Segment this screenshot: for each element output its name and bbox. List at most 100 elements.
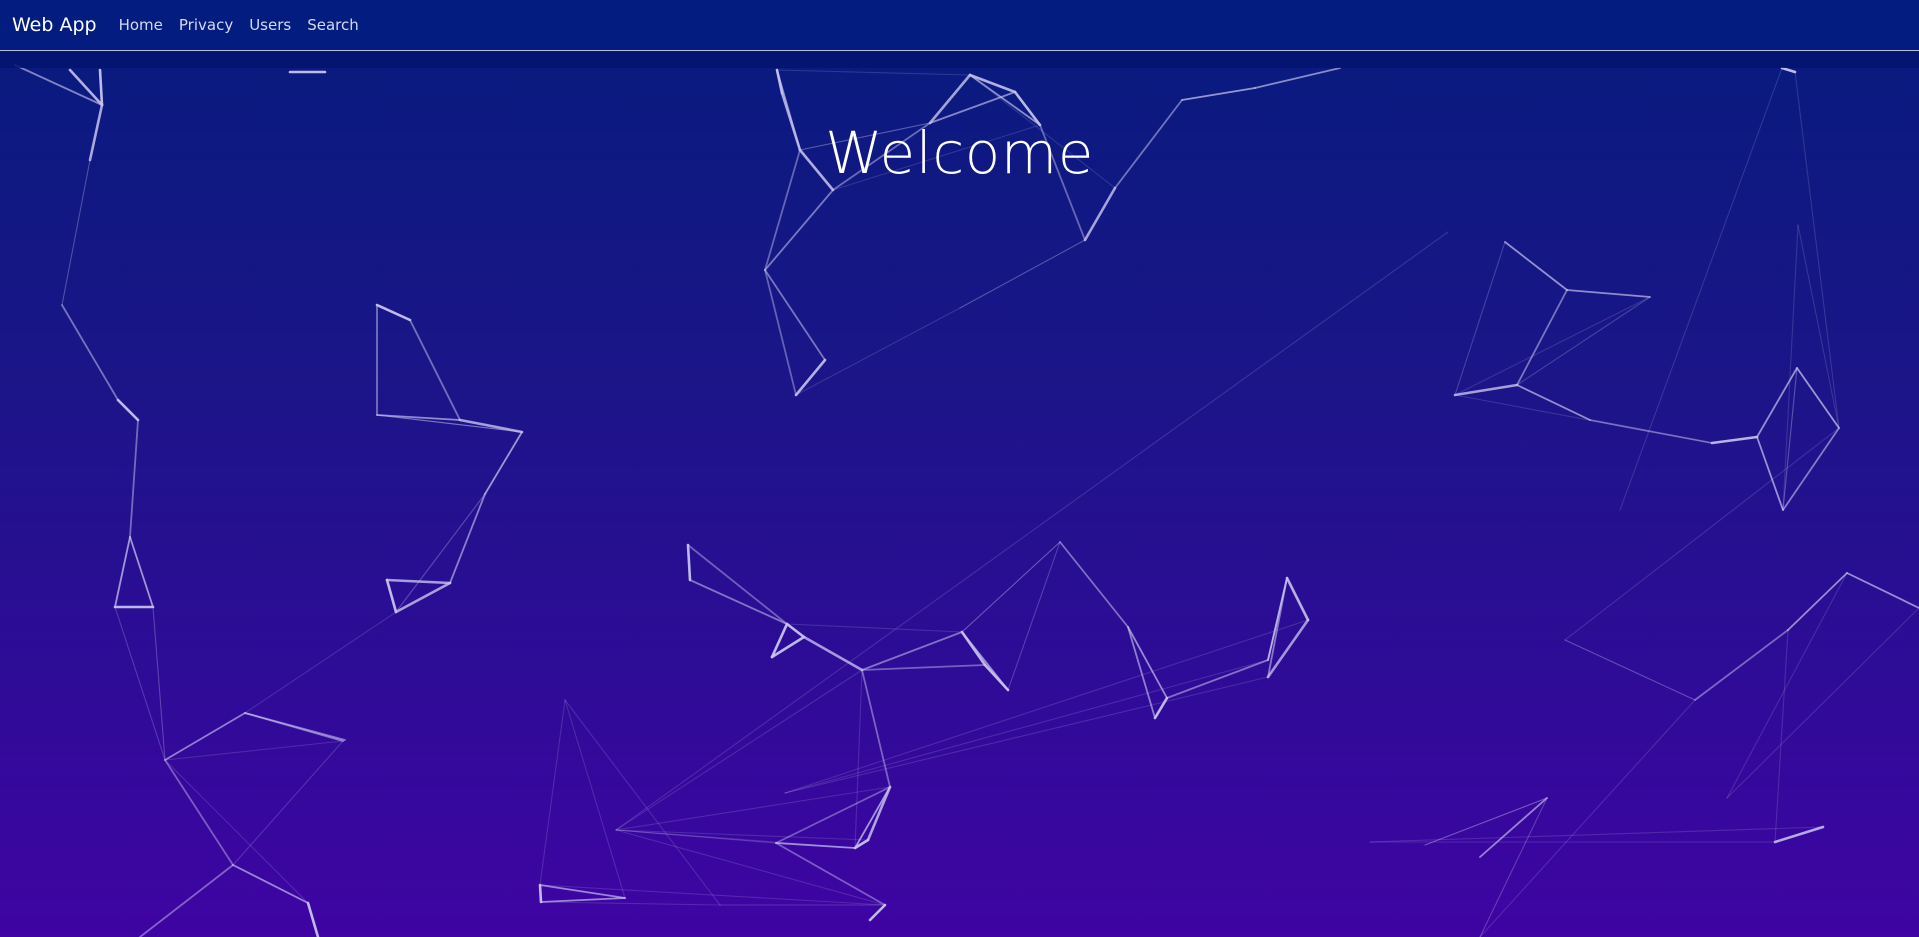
network-line xyxy=(615,231,1449,831)
welcome-heading: Welcome xyxy=(825,118,1094,187)
network-line xyxy=(1782,224,1799,511)
network-line xyxy=(868,903,887,922)
network-line xyxy=(1694,629,1789,701)
network-line xyxy=(61,304,119,401)
network-line xyxy=(1564,427,1840,641)
network-line xyxy=(114,536,131,608)
network-line xyxy=(1007,541,1061,691)
network-line xyxy=(564,699,721,906)
network-line xyxy=(1166,659,1269,699)
network-line xyxy=(764,269,797,396)
network-line xyxy=(1083,186,1117,242)
network-line xyxy=(764,189,834,271)
network-line xyxy=(1780,66,1797,74)
network-line xyxy=(1479,797,1548,858)
network-line xyxy=(968,73,1017,94)
network-line xyxy=(854,669,863,849)
network-line xyxy=(1774,629,1789,843)
network-line xyxy=(786,623,963,633)
nav-links: Home Privacy Users Search xyxy=(119,16,359,34)
network-line xyxy=(564,699,626,899)
network-line xyxy=(395,493,486,613)
network-line xyxy=(861,664,986,671)
network-line xyxy=(689,579,788,625)
network-line xyxy=(232,864,309,904)
network-line xyxy=(1516,289,1568,386)
network-line xyxy=(152,606,166,761)
network-line xyxy=(306,901,320,937)
network-line xyxy=(1516,296,1651,386)
network-line xyxy=(244,712,346,741)
navbar-shadow xyxy=(0,52,1919,68)
network-line xyxy=(129,419,139,538)
network-line xyxy=(1726,572,1848,799)
network-line xyxy=(1127,626,1168,699)
network-line xyxy=(98,68,104,107)
network-line xyxy=(775,842,886,906)
network-line xyxy=(116,398,140,422)
network-line xyxy=(68,68,104,107)
network-line xyxy=(1454,241,1506,396)
network-line xyxy=(409,319,461,421)
network-line xyxy=(1756,436,1784,511)
network-line xyxy=(1504,241,1568,291)
network-line xyxy=(539,699,566,886)
network-line xyxy=(961,541,1061,633)
network-line xyxy=(795,307,961,396)
network-line xyxy=(615,829,869,841)
network-line xyxy=(1153,696,1169,720)
network-line xyxy=(1059,541,1129,628)
network-line xyxy=(232,740,344,866)
network-line xyxy=(1564,639,1696,701)
network-line xyxy=(686,543,692,582)
network-line xyxy=(1710,435,1759,445)
network-line xyxy=(1726,607,1919,799)
brand-link[interactable]: Web App xyxy=(12,15,97,35)
network-line xyxy=(164,759,234,866)
network-line xyxy=(861,669,891,788)
network-line xyxy=(961,631,1009,691)
network-line xyxy=(785,622,806,639)
network-line xyxy=(615,669,863,831)
nav-link-users[interactable]: Users xyxy=(249,16,291,34)
network-line xyxy=(139,864,234,937)
navbar: Web App Home Privacy Users Search xyxy=(0,0,1919,51)
network-line xyxy=(802,635,864,672)
network-line xyxy=(1787,572,1848,631)
network-line xyxy=(969,74,1041,126)
network-line xyxy=(14,64,103,106)
network-line xyxy=(1773,825,1825,844)
network-line xyxy=(376,414,461,421)
network-line xyxy=(394,581,452,614)
network-line xyxy=(244,611,397,714)
network-line xyxy=(484,431,523,495)
network-line xyxy=(861,631,963,671)
network-line xyxy=(538,883,543,904)
network-line xyxy=(687,544,788,625)
network-line xyxy=(385,578,398,614)
network-line xyxy=(164,759,309,904)
network-line xyxy=(540,901,721,906)
network-line xyxy=(1454,296,1651,396)
network-line xyxy=(1454,394,1713,444)
nav-link-search[interactable]: Search xyxy=(307,16,359,34)
network-line xyxy=(784,619,1309,794)
network-line xyxy=(1479,797,1548,937)
network-line xyxy=(129,536,154,608)
network-line xyxy=(794,358,827,397)
network-line xyxy=(959,239,1086,309)
network-line xyxy=(1254,67,1341,89)
network-line xyxy=(1566,289,1651,298)
nav-link-privacy[interactable]: Privacy xyxy=(179,16,233,34)
network-line xyxy=(776,69,971,76)
network-line xyxy=(866,785,892,842)
network-line xyxy=(764,269,826,361)
network-line xyxy=(1285,576,1310,622)
network-line xyxy=(1782,427,1840,511)
network-line xyxy=(1479,699,1696,937)
network-line xyxy=(375,303,412,322)
network-line xyxy=(1516,384,1591,421)
network-line xyxy=(540,897,626,903)
network-line xyxy=(1181,87,1256,101)
nav-link-home[interactable]: Home xyxy=(119,16,163,34)
